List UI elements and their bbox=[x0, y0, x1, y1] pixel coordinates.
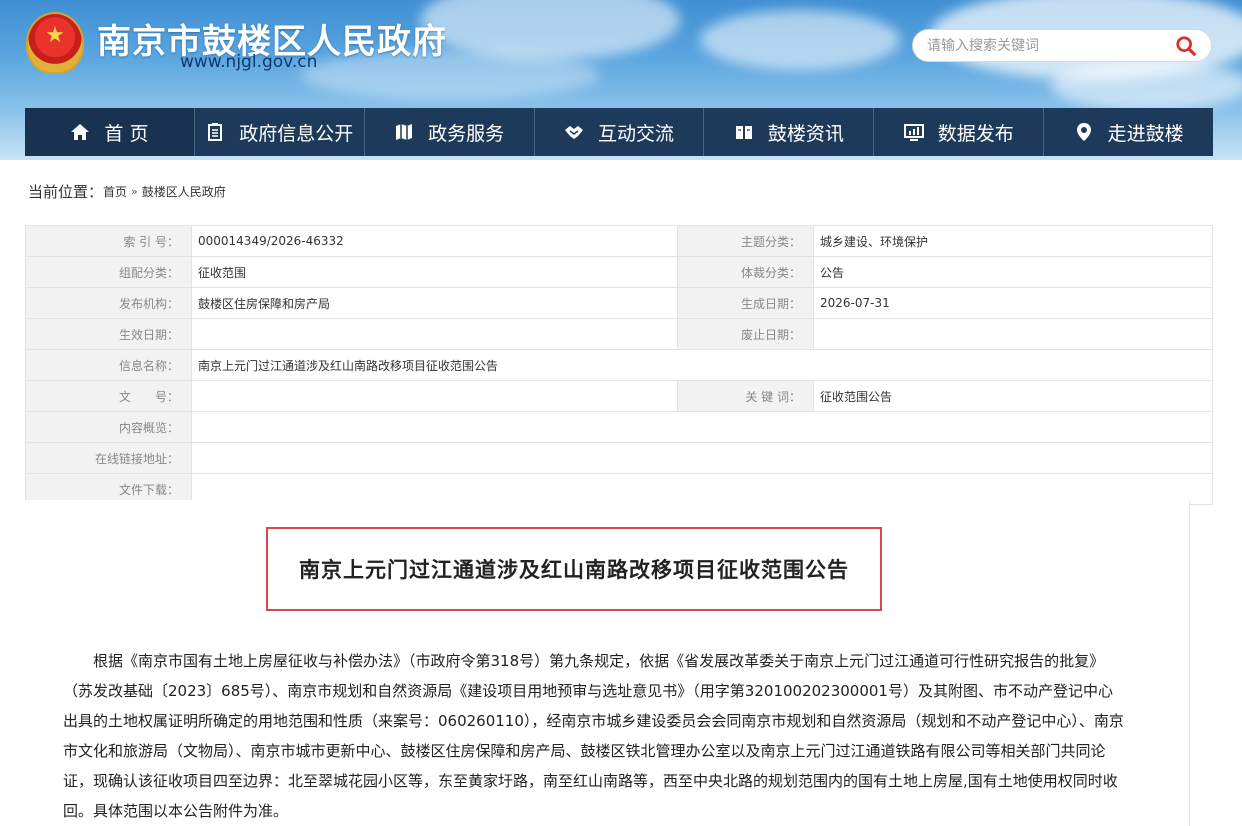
meta-value-index-no: 000014349/2026-46332 bbox=[191, 225, 678, 257]
meta-key: 生效日期： bbox=[25, 318, 192, 350]
nav-item-interaction[interactable]: 互动交流 bbox=[535, 108, 705, 156]
meta-value-doc-no bbox=[191, 380, 678, 412]
site-url: www.njgl.gov.cn bbox=[180, 52, 318, 72]
cloud-decoration bbox=[700, 10, 900, 70]
metadata-table: 索 引 号： 000014349/2026-46332 主题分类： 城乡建设、环… bbox=[25, 225, 1213, 505]
meta-key: 内容概览： bbox=[25, 411, 192, 443]
breadcrumb-separator: » bbox=[131, 185, 138, 198]
cloud-decoration bbox=[1050, 60, 1242, 110]
location-icon bbox=[1076, 123, 1091, 141]
meta-key: 主题分类： bbox=[677, 225, 814, 257]
meta-value-publisher: 鼓楼区住房保障和房产局 bbox=[191, 287, 678, 319]
nav-item-label: 首 页 bbox=[104, 122, 149, 145]
nav-item-services[interactable]: 政务服务 bbox=[365, 108, 535, 156]
meta-key: 文 号： bbox=[25, 380, 192, 412]
article-title: 南京上元门过江通道涉及红山南路改移项目征收范围公告 bbox=[299, 558, 849, 582]
table-row: 文 号： 关 键 词： 征收范围公告 bbox=[25, 380, 1213, 412]
nav-item-data[interactable]: 数据发布 bbox=[874, 108, 1045, 156]
handshake-icon bbox=[565, 126, 583, 139]
nav-item-news[interactable]: 鼓楼资讯 bbox=[704, 108, 875, 156]
article: 南京上元门过江通道涉及红山南路改移项目征收范围公告 根据《南京市国有土地上房屋征… bbox=[25, 500, 1190, 826]
map-icon bbox=[396, 124, 413, 140]
meta-key: 索 引 号： bbox=[25, 225, 192, 257]
meta-key: 体裁分类： bbox=[677, 256, 814, 288]
meta-value-keywords: 征收范围公告 bbox=[813, 380, 1213, 412]
nav-item-gov-info[interactable]: 政府信息公开 bbox=[195, 108, 365, 156]
table-row: 发布机构： 鼓楼区住房保障和房产局 生成日期： 2026-07-31 bbox=[25, 287, 1213, 319]
search-box bbox=[912, 29, 1212, 62]
nav-item-about[interactable]: 走进鼓楼 bbox=[1044, 108, 1213, 156]
nav-item-label: 走进鼓楼 bbox=[1107, 122, 1184, 145]
table-row: 组配分类： 征收范围 体裁分类： 公告 bbox=[25, 256, 1213, 288]
nav-item-label: 政务服务 bbox=[428, 122, 505, 145]
home-icon bbox=[71, 124, 90, 140]
meta-value-summary bbox=[191, 411, 1213, 443]
breadcrumb-link-home[interactable]: 首页 bbox=[103, 183, 127, 200]
meta-key: 废止日期： bbox=[677, 318, 814, 350]
meta-value-info-name: 南京上元门过江通道涉及红山南路改移项目征收范围公告 bbox=[191, 349, 1213, 381]
meta-value-expired bbox=[813, 318, 1213, 350]
table-row: 生效日期： 废止日期： bbox=[25, 318, 1213, 350]
breadcrumb-link-district[interactable]: 鼓楼区人民政府 bbox=[142, 183, 226, 200]
breadcrumb: 当前位置： 首页 » 鼓楼区人民政府 bbox=[28, 181, 226, 202]
meta-key: 在线链接地址： bbox=[25, 442, 192, 474]
meta-value-org-category: 征收范围 bbox=[191, 256, 678, 288]
main-nav: 首 页 政府信息公开 政务服务 互动交流 鼓楼资讯 数据发布 走进鼓楼 bbox=[25, 108, 1213, 156]
breadcrumb-label: 当前位置： bbox=[28, 183, 104, 201]
monitor-icon bbox=[903, 124, 924, 141]
nav-item-label: 政府信息公开 bbox=[239, 122, 354, 145]
meta-key: 生成日期： bbox=[677, 287, 814, 319]
meta-value-link[interactable] bbox=[191, 442, 1213, 474]
table-row: 在线链接地址： bbox=[25, 442, 1213, 474]
table-row: 信息名称： 南京上元门过江通道涉及红山南路改移项目征收范围公告 bbox=[25, 349, 1213, 381]
nav-item-home[interactable]: 首 页 bbox=[25, 108, 195, 156]
article-body: 根据《南京市国有土地上房屋征收与补偿办法》（市政府令第318号）第九条规定，依据… bbox=[63, 652, 1124, 820]
search-input[interactable] bbox=[927, 30, 1167, 61]
meta-key: 发布机构： bbox=[25, 287, 192, 319]
table-row: 索 引 号： 000014349/2026-46332 主题分类： 城乡建设、环… bbox=[25, 225, 1213, 257]
meta-key: 组配分类： bbox=[25, 256, 192, 288]
document-icon bbox=[208, 123, 223, 141]
nav-item-label: 数据发布 bbox=[937, 122, 1014, 145]
nav-item-label: 鼓楼资讯 bbox=[767, 122, 844, 145]
meta-key: 信息名称： bbox=[25, 349, 192, 381]
table-row: 内容概览： bbox=[25, 411, 1213, 443]
meta-value-genre: 公告 bbox=[813, 256, 1213, 288]
meta-value-effective bbox=[191, 318, 678, 350]
national-emblem-icon[interactable]: ★ bbox=[26, 12, 84, 74]
meta-key: 关 键 词： bbox=[677, 380, 814, 412]
meta-value-created: 2026-07-31 bbox=[813, 287, 1213, 319]
nav-item-label: 互动交流 bbox=[598, 122, 675, 145]
star-icon: ★ bbox=[45, 23, 65, 49]
meta-value-topic: 城乡建设、环境保护 bbox=[813, 225, 1213, 257]
search-icon[interactable] bbox=[1175, 35, 1197, 57]
book-icon bbox=[735, 126, 752, 139]
article-title-box: 南京上元门过江通道涉及红山南路改移项目征收范围公告 bbox=[266, 527, 882, 611]
